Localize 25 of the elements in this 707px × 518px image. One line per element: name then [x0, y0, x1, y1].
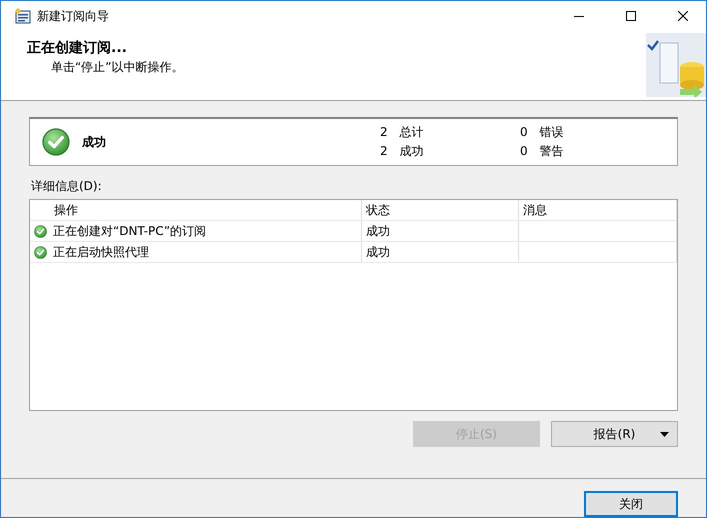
success-check-icon [42, 128, 70, 156]
details-label: 详细信息(D): [31, 178, 103, 195]
stat-count: 0 错误 [520, 126, 564, 139]
column-header[interactable]: 消息 [519, 200, 677, 220]
caret-icon [660, 432, 669, 437]
page-subtitle: 单击“停止”以中断操作。 [50, 59, 184, 76]
stat-count: 0 警告 [520, 145, 564, 158]
summary-status: 成功 [82, 134, 107, 150]
stat-count: 2 成功 [380, 145, 424, 158]
dialog-button[interactable]: 报告(R) [551, 421, 678, 447]
success-check-icon [34, 246, 47, 258]
page-title: 正在创建订阅... [27, 39, 128, 57]
maximize-icon [626, 11, 636, 21]
success-check-icon [34, 224, 47, 238]
close-icon [678, 11, 688, 21]
table-cell: 正在启动快照代理 [53, 244, 149, 260]
table-cell: 成功 [366, 244, 390, 260]
table-cell: 成功 [366, 222, 390, 240]
close-dialog-button[interactable]: 关闭 [584, 491, 678, 517]
stat-count: 2 总计 [380, 126, 424, 139]
wizard-app-icon [15, 8, 31, 24]
table-cell: 正在创建对“DNT-PC”的订阅 [53, 222, 206, 240]
column-header[interactable]: 状态 [362, 200, 519, 220]
window-title: 新建订阅向导 [37, 8, 110, 24]
column-header[interactable]: 操作 [30, 200, 362, 220]
